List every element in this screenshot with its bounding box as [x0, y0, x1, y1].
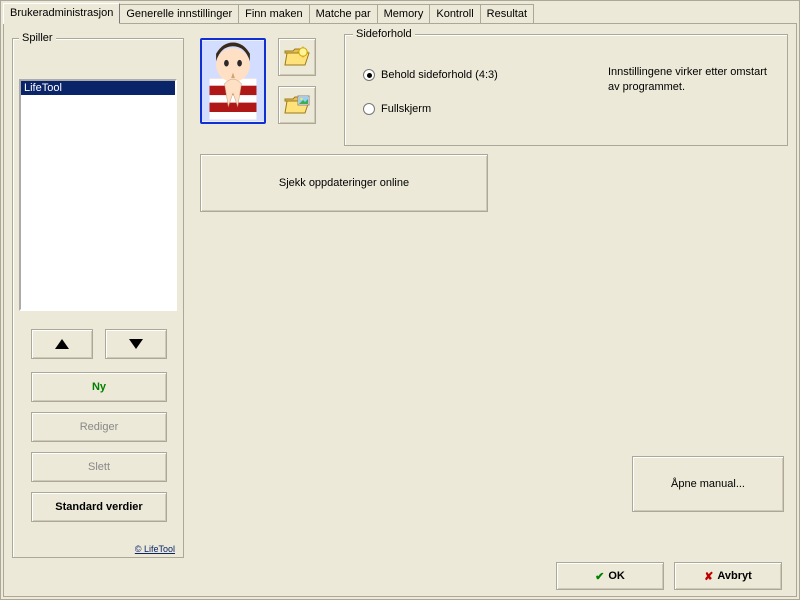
copyright-link[interactable]: © LifeTool [135, 544, 175, 554]
radio-keep-aspect[interactable]: Behold sideforhold (4:3) [363, 69, 498, 81]
open-player-folder-button[interactable] [278, 38, 316, 76]
player-listbox[interactable]: LifeTool [19, 79, 177, 311]
tab-resultat[interactable]: Resultat [480, 4, 534, 23]
tab-strip: Brukeradministrasjon Generelle innstilli… [1, 1, 799, 23]
default-values-button[interactable]: Standard verdier [31, 492, 167, 522]
settings-window: Brukeradministrasjon Generelle innstilli… [0, 0, 800, 600]
move-down-button[interactable] [105, 329, 167, 359]
aspect-info-text: Innstillingene virker etter omstart av p… [608, 65, 773, 95]
tab-kontroll[interactable]: Kontroll [429, 4, 480, 23]
check-updates-button[interactable]: Sjekk oppdateringer online [200, 154, 488, 212]
open-manual-button[interactable]: Åpne manual... [632, 456, 784, 512]
tab-generelle[interactable]: Generelle innstillinger [119, 4, 239, 23]
edit-player-button[interactable]: Rediger [31, 412, 167, 442]
tab-finn-maken[interactable]: Finn maken [238, 4, 309, 23]
tab-matche-par[interactable]: Matche par [309, 4, 378, 23]
player-panel: Spiller LifeTool Ny Rediger Slett Standa… [12, 38, 184, 558]
radio-fullscreen-label: Fullskjerm [381, 103, 431, 115]
aspect-ratio-group: Sideforhold Behold sideforhold (4:3) Ful… [344, 34, 788, 146]
move-up-button[interactable] [31, 329, 93, 359]
x-icon: ✘ [704, 570, 713, 583]
new-player-button[interactable]: Ny [31, 372, 167, 402]
radio-fullscreen[interactable]: Fullskjerm [363, 103, 431, 115]
cancel-label: Avbryt [717, 570, 751, 582]
ok-button[interactable]: ✔ OK [556, 562, 664, 590]
tab-page: Spiller LifeTool Ny Rediger Slett Standa… [3, 23, 797, 597]
tab-memory[interactable]: Memory [377, 4, 431, 23]
check-icon: ✔ [595, 570, 604, 583]
arrow-up-icon [55, 339, 69, 349]
avatar-icon [202, 40, 264, 122]
delete-player-button[interactable]: Slett [31, 452, 167, 482]
radio-icon [363, 103, 375, 115]
tab-brukeradmin[interactable]: Brukeradministrasjon [3, 3, 120, 24]
open-images-folder-button[interactable] [278, 86, 316, 124]
radio-keep-label: Behold sideforhold (4:3) [381, 69, 498, 81]
folder-picture-icon [283, 93, 311, 117]
player-avatar[interactable] [200, 38, 266, 124]
radio-icon [363, 69, 375, 81]
folder-open-icon [283, 45, 311, 69]
ok-label: OK [608, 570, 625, 582]
player-panel-caption: Spiller [19, 32, 56, 44]
cancel-button[interactable]: ✘ Avbryt [674, 562, 782, 590]
arrow-down-icon [129, 339, 143, 349]
aspect-legend: Sideforhold [353, 28, 415, 40]
player-list-item-selected[interactable]: LifeTool [21, 81, 175, 95]
